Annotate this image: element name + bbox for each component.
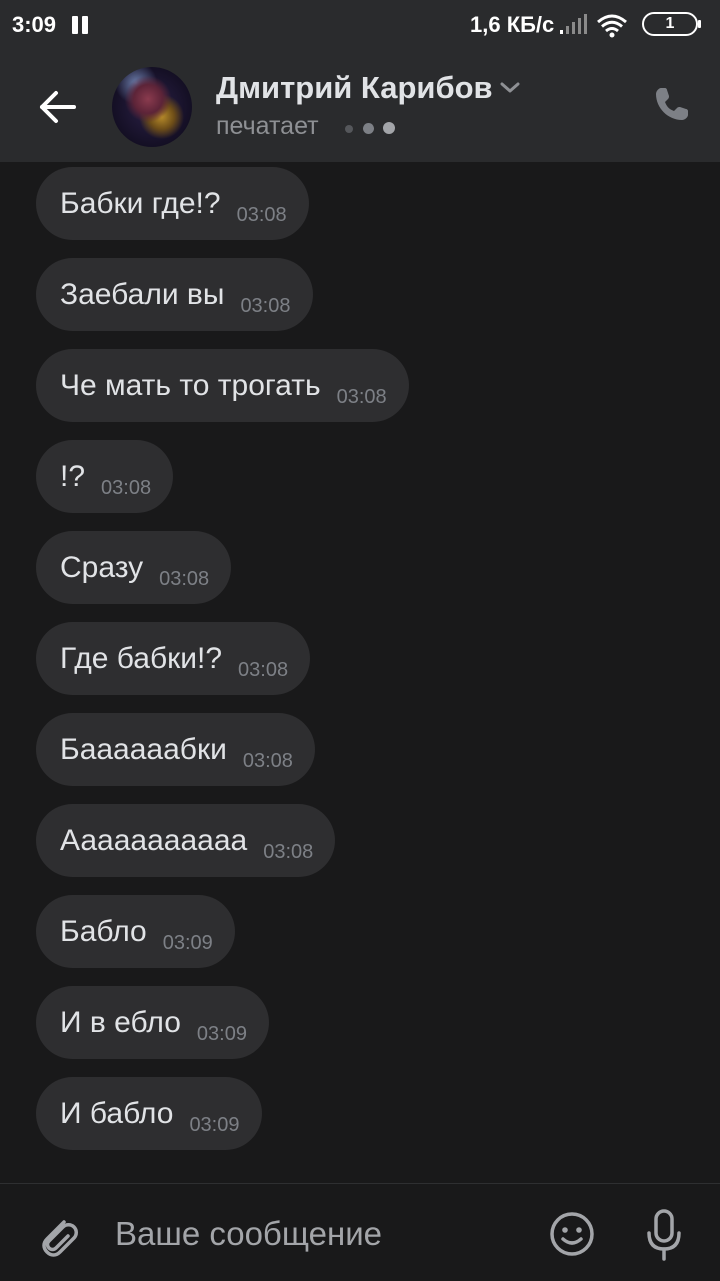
message-composer <box>0 1183 720 1281</box>
message-text: И бабло <box>60 1096 174 1130</box>
message-text: Баааааабки <box>60 732 227 766</box>
message-bubble[interactable]: И бабло 03:09 <box>36 1077 262 1150</box>
message-text: Ааааааааааа <box>60 823 248 857</box>
battery-icon: 1 <box>642 12 701 36</box>
typing-dots-icon <box>345 122 401 134</box>
message-bubble[interactable]: И в ебло 03:09 <box>36 986 269 1059</box>
message-bubble[interactable]: Че мать то трогать 03:08 <box>36 349 409 422</box>
status-time: 3:09 <box>12 12 57 37</box>
message-text: Сразу <box>60 550 144 584</box>
message-bubble[interactable]: Бабло 03:09 <box>36 895 235 968</box>
chevron-down-icon[interactable] <box>498 80 522 96</box>
message-time: 03:09 <box>162 932 213 954</box>
status-bar: 3:09 1,6 КБ/с 1 <box>0 0 720 52</box>
avatar[interactable] <box>112 67 192 147</box>
message-text: И в ебло <box>60 1005 181 1039</box>
chat-header: Дмитрий Карибов печатает <box>0 52 720 162</box>
wifi-icon <box>597 14 627 38</box>
pause-icon <box>72 16 90 34</box>
message-list[interactable]: Бабки где!? 03:08 Заебали вы 03:08 Че ма… <box>0 162 720 1182</box>
message-text: Бабки где!? <box>60 186 221 220</box>
message-time: 03:08 <box>159 568 210 590</box>
message-time: 03:08 <box>236 204 287 226</box>
typing-status: печатает <box>216 112 319 140</box>
message-bubble[interactable]: !? 03:08 <box>36 440 174 513</box>
message-text: Че мать то трогать <box>60 368 321 402</box>
message-text: Бабло <box>60 914 147 948</box>
paperclip-icon[interactable] <box>34 1210 80 1260</box>
message-time: 03:08 <box>263 841 314 863</box>
message-time: 03:08 <box>336 386 387 408</box>
message-text: !? <box>60 459 86 493</box>
message-bubble[interactable]: Заебали вы 03:08 <box>36 258 313 331</box>
signal-icon <box>560 14 587 34</box>
message-text: Заебали вы <box>60 277 225 311</box>
message-time: 03:08 <box>238 659 289 681</box>
message-time: 03:08 <box>240 295 291 317</box>
contact-name[interactable]: Дмитрий Карибов <box>216 70 493 106</box>
back-arrow-icon[interactable] <box>30 82 84 132</box>
battery-level: 1 <box>665 15 675 32</box>
message-bubble[interactable]: Бабки где!? 03:08 <box>36 167 309 240</box>
message-time: 03:09 <box>196 1023 247 1045</box>
microphone-icon[interactable] <box>644 1208 684 1262</box>
message-time: 03:09 <box>189 1114 240 1136</box>
message-input[interactable] <box>115 1206 525 1262</box>
message-bubble[interactable]: Баааааабки 03:08 <box>36 713 315 786</box>
emoji-icon[interactable] <box>548 1210 596 1258</box>
message-bubble[interactable]: Сразу 03:08 <box>36 531 232 604</box>
message-time: 03:08 <box>242 750 293 772</box>
message-text: Где бабки!? <box>60 641 223 675</box>
message-time: 03:08 <box>101 477 152 499</box>
message-bubble[interactable]: Ааааааааааа 03:08 <box>36 804 336 877</box>
network-speed: 1,6 КБ/с <box>470 12 555 37</box>
message-bubble[interactable]: Где бабки!? 03:08 <box>36 622 311 695</box>
phone-icon[interactable] <box>652 84 692 124</box>
